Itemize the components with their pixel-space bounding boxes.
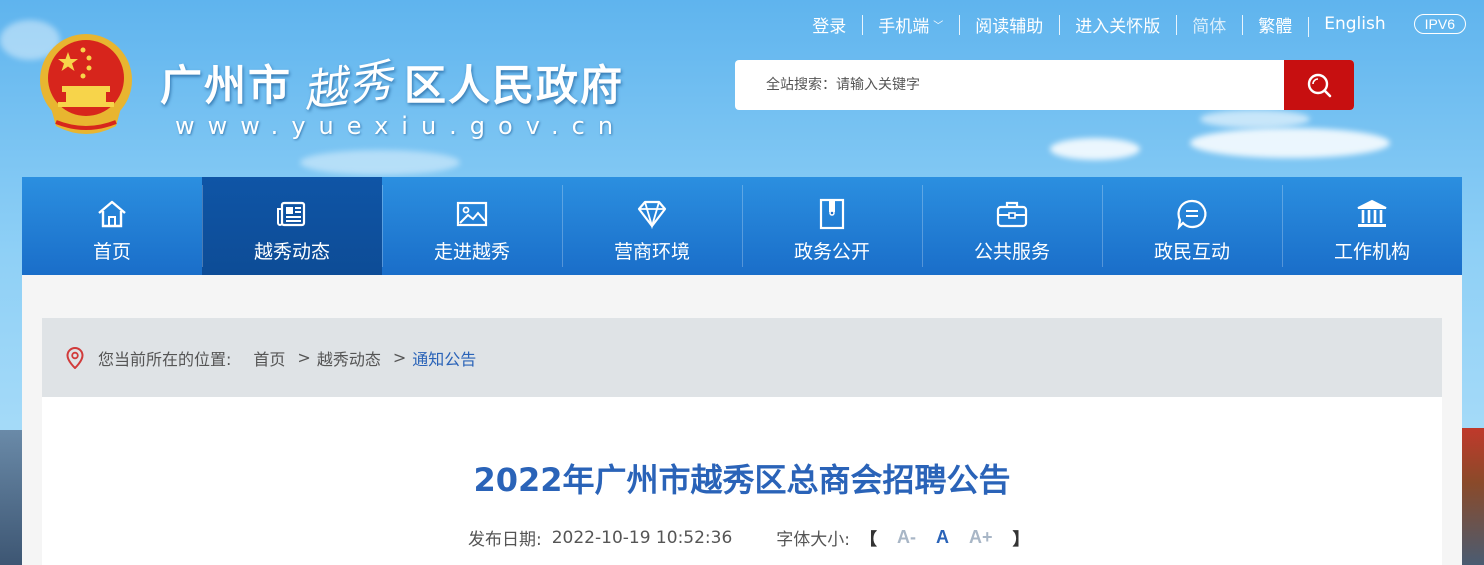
font-size-large-button[interactable]: A+ [969, 527, 993, 548]
site-name-prefix: 广州市 [160, 60, 293, 110]
diamond-icon [637, 200, 667, 230]
picture-icon [456, 201, 488, 227]
nav-item-agencies[interactable]: 工作机构 [1282, 177, 1462, 275]
cloud-decoration [300, 150, 460, 175]
breadcrumb-news[interactable]: 越秀动态 [317, 346, 381, 370]
article-title: 2022年广州市越秀区总商会招聘公告 [473, 461, 1011, 499]
breadcrumb-separator: > [392, 348, 407, 367]
nav-item-explore[interactable]: 走进越秀 [382, 177, 562, 275]
article-panel: 2022年广州市越秀区总商会招聘公告 发布日期: 2022-10-19 10:5… [42, 397, 1442, 565]
nav-item-services[interactable]: 公共服务 [922, 177, 1102, 275]
site-search [735, 60, 1354, 110]
nav-item-label: 越秀动态 [253, 241, 330, 263]
font-size-label: 字体大小: [776, 530, 851, 550]
cloud-decoration [1050, 138, 1140, 160]
english-link[interactable]: English [1308, 14, 1401, 37]
breadcrumb-lead: 您当前所在的位置: [98, 349, 232, 369]
nav-item-home[interactable]: 首页 [22, 177, 202, 275]
nav-item-label: 公共服务 [973, 241, 1050, 263]
login-link[interactable]: 登录 [796, 12, 862, 37]
ipv6-badge: IPV6 [1413, 14, 1466, 34]
location-pin-icon [66, 346, 84, 369]
nav-item-business[interactable]: 营商环境 [562, 177, 742, 275]
traditional-link[interactable]: 繁體 [1242, 12, 1308, 37]
nav-item-label: 走进越秀 [433, 241, 510, 263]
publish-date-label: 发布日期: [468, 530, 542, 550]
cloud-decoration [1200, 110, 1310, 128]
nav-item-news[interactable]: 越秀动态 [202, 177, 382, 283]
breadcrumb: 您当前所在的位置: 首页 > 越秀动态 > 通知公告 [42, 318, 1442, 397]
chat-bubble-icon [1177, 199, 1207, 231]
site-name-calligraphy: 越秀 [299, 54, 398, 119]
cloud-decoration [1190, 128, 1390, 158]
nav-item-label: 营商环境 [613, 241, 690, 263]
site-name-suffix: 区人民政府 [404, 60, 625, 110]
simplified-link[interactable]: 简体 [1176, 12, 1242, 37]
breadcrumb-home[interactable]: 首页 [253, 346, 285, 370]
publish-date-value: 2022-10-19 10:52:36 [551, 527, 733, 548]
nav-item-affairs[interactable]: 政务公开 [742, 177, 922, 275]
article-meta: 发布日期: 2022-10-19 10:52:36 字体大小: 【 A- A A… [468, 525, 1040, 550]
mobile-link[interactable]: 手机端 ﹀ [862, 12, 959, 37]
site-url: www.yuexiu.gov.cn [175, 112, 627, 140]
building-decoration [1462, 428, 1484, 565]
national-emblem-icon [40, 34, 132, 134]
briefcase-icon [996, 201, 1028, 228]
care-version-link[interactable]: 进入关怀版 [1059, 12, 1176, 37]
mobile-label: 手机端 [878, 16, 930, 37]
nav-item-label: 政民互动 [1153, 241, 1230, 263]
site-name[interactable]: 广州市 越秀 区人民政府 [160, 50, 625, 118]
search-button[interactable] [1284, 60, 1354, 110]
bracket-close: 】 [1012, 530, 1030, 550]
font-size-medium-button[interactable]: A [936, 527, 949, 548]
folder-icon [819, 198, 845, 230]
breadcrumb-separator: > [297, 348, 311, 367]
search-input[interactable] [735, 60, 1284, 110]
government-building-icon [1357, 199, 1387, 227]
search-icon [1307, 73, 1332, 98]
top-utility-bar: 登录 手机端 ﹀ 阅读辅助 进入关怀版 简体 繁體 English IPV6 [796, 10, 1466, 38]
newspaper-icon [277, 201, 306, 227]
breadcrumb-notices[interactable]: 通知公告 [412, 346, 476, 370]
font-size-small-button[interactable]: A- [897, 527, 916, 548]
home-icon [98, 200, 126, 228]
main-nav: 首页 越秀动态 走进越秀 营商环境 政务公开 公共服务 政民互动 工作机构 [22, 177, 1462, 283]
nav-item-label: 首页 [92, 241, 131, 263]
reading-aid-link[interactable]: 阅读辅助 [959, 12, 1059, 37]
nav-item-interaction[interactable]: 政民互动 [1102, 177, 1282, 275]
chevron-down-icon: ﹀ [933, 20, 944, 32]
building-decoration [0, 430, 22, 565]
nav-item-label: 政务公开 [793, 241, 870, 263]
nav-item-label: 工作机构 [1333, 241, 1410, 263]
bracket-open: 【 [860, 530, 878, 550]
